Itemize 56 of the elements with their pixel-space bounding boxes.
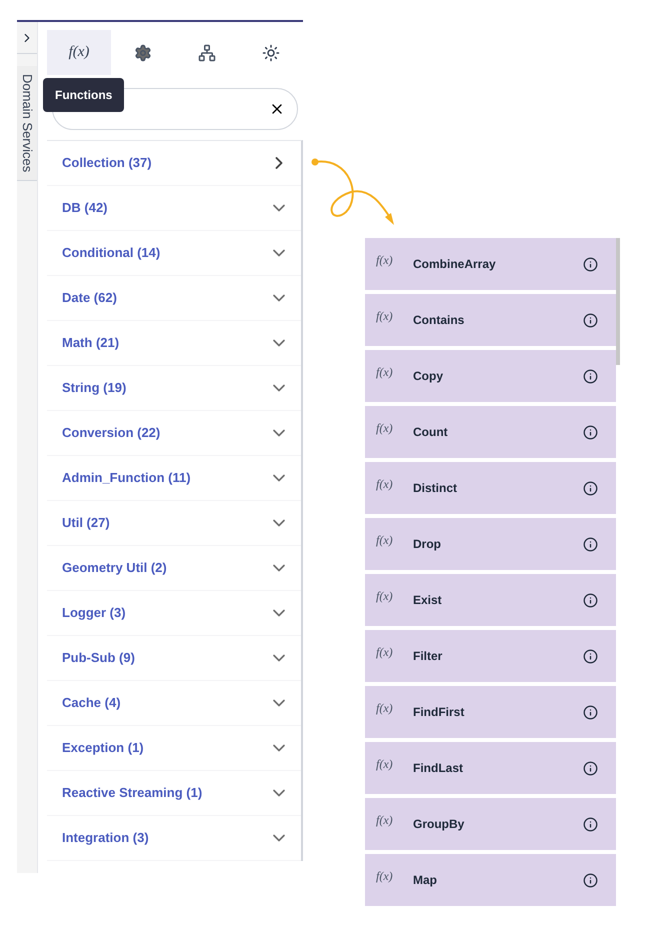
function-icon: f(x) [376, 475, 413, 493]
function-icon: f(x) [376, 363, 413, 381]
function-name: FindFirst [413, 704, 466, 721]
function-name: Filter [413, 648, 444, 665]
function-item[interactable]: f(x) Contains [365, 294, 616, 346]
function-name: Contains [413, 312, 466, 329]
function-icon: f(x) [376, 699, 413, 717]
info-icon[interactable] [583, 424, 598, 440]
function-item[interactable]: f(x) FindFirst [365, 686, 616, 738]
info-icon[interactable] [583, 368, 598, 384]
function-icon: f(x) [376, 251, 413, 269]
function-name: Copy [413, 368, 444, 385]
function-icon: f(x) [376, 419, 413, 437]
function-name: Count [413, 424, 449, 441]
info-icon[interactable] [583, 480, 598, 496]
function-icon: f(x) [376, 587, 413, 605]
function-icon: f(x) [376, 643, 413, 661]
function-icon: f(x) [376, 755, 413, 773]
info-icon[interactable] [583, 872, 598, 888]
info-icon[interactable] [583, 648, 598, 664]
function-item[interactable]: f(x) Count [365, 406, 616, 458]
info-icon[interactable] [583, 592, 598, 608]
function-name: FindLast [413, 760, 464, 777]
nodes-icon [198, 44, 216, 62]
function-item[interactable]: f(x) GroupBy [365, 798, 616, 850]
info-icon[interactable] [583, 704, 598, 720]
function-item[interactable]: f(x) Map [365, 854, 616, 906]
function-item[interactable]: f(x) Exist [365, 574, 616, 626]
function-icon: f(x) [376, 307, 413, 325]
info-icon[interactable] [583, 312, 598, 328]
function-item[interactable]: f(x) Filter [365, 630, 616, 682]
function-name: Map [413, 872, 438, 889]
function-item[interactable]: f(x) FindLast [365, 742, 616, 794]
side-tab[interactable]: Domain Services [17, 66, 37, 182]
function-name: Drop [413, 536, 442, 553]
info-icon[interactable] [583, 256, 598, 272]
function-item[interactable]: f(x) Distinct [365, 462, 616, 514]
scrollbar[interactable] [616, 238, 620, 365]
function-name: Distinct [413, 480, 458, 497]
function-icon: f(x) [68, 41, 90, 64]
tooltip: Functions [43, 78, 124, 112]
function-name: CombineArray [413, 256, 497, 273]
function-name: GroupBy [413, 816, 466, 833]
info-icon[interactable] [583, 536, 598, 552]
function-icon: f(x) [376, 531, 413, 549]
sun-icon [262, 44, 280, 62]
function-icon: f(x) [376, 811, 413, 829]
info-icon[interactable] [583, 760, 598, 776]
function-name: Exist [413, 592, 443, 609]
function-item[interactable]: f(x) CombineArray [365, 238, 616, 290]
function-item[interactable]: f(x) Drop [365, 518, 616, 570]
function-icon: f(x) [376, 867, 413, 885]
tab[interactable]: f(x) [47, 30, 111, 75]
function-item[interactable]: f(x) Copy [365, 350, 616, 402]
settings-icon [134, 44, 152, 62]
info-icon[interactable] [583, 816, 598, 832]
